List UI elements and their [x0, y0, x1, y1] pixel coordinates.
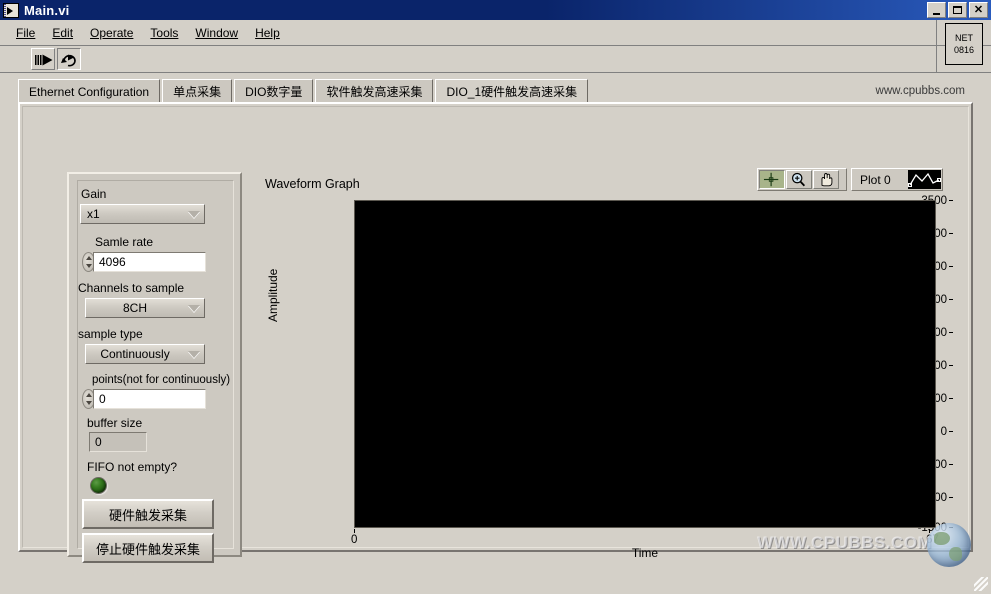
- fifo-status-led: [90, 477, 107, 494]
- menu-window-label: Window: [195, 25, 239, 40]
- x-tick: 0: [351, 529, 358, 546]
- legend-plot-label: Plot 0: [860, 172, 891, 187]
- menu-edit-label: Edit: [52, 25, 74, 40]
- start-hardware-trigger-button[interactable]: 硬件触发采集: [82, 499, 214, 529]
- channels-select[interactable]: 8CH: [85, 298, 205, 318]
- window-title: Main.vi: [24, 2, 70, 18]
- sample-rate-control[interactable]: 4096: [82, 252, 206, 272]
- y-axis-label: Amplitude: [266, 268, 280, 322]
- waveform-graph-title: Waveform Graph: [265, 177, 360, 191]
- graph-legend[interactable]: Plot 0: [851, 168, 943, 191]
- sample-rate-label: Samle rate: [95, 235, 154, 249]
- tab-label: 单点采集: [173, 85, 222, 99]
- buffer-size-indicator: 0: [89, 432, 147, 452]
- gain-select[interactable]: x1: [80, 204, 205, 224]
- chevron-down-icon: [184, 205, 204, 223]
- resize-grip[interactable]: [974, 577, 988, 591]
- tab-dio1-hardware-trigger-highspeed[interactable]: DIO_1硬件触发高速采集: [435, 79, 589, 103]
- x-tick: 67: [926, 529, 939, 546]
- tab-label: 软件触发高速采集: [326, 85, 423, 99]
- tab-single-point-acquisition[interactable]: 单点采集: [162, 79, 233, 103]
- points-input[interactable]: 0: [93, 389, 206, 409]
- net-badge-line1: NET: [955, 33, 973, 43]
- run-continuously-button[interactable]: [57, 48, 81, 70]
- front-panel-canvas: Ethernet Configuration 单点采集 DIO数字量 软件触发高…: [0, 73, 991, 594]
- site-link[interactable]: www.cpubbs.com: [876, 85, 973, 97]
- plot-area[interactable]: [354, 200, 936, 528]
- tab-dio-digital[interactable]: DIO数字量: [234, 79, 314, 103]
- channels-value: 8CH: [122, 301, 147, 315]
- sample-type-label: sample type: [78, 327, 143, 341]
- tab-label: DIO_1硬件触发高速采集: [446, 85, 578, 99]
- tab-strip: Ethernet Configuration 单点采集 DIO数字量 软件触发高…: [18, 79, 973, 103]
- labview-vi-icon: [3, 2, 19, 18]
- tab-label: Ethernet Configuration: [29, 84, 150, 99]
- graph-pan-tool-button[interactable]: [813, 170, 839, 189]
- gain-label: Gain: [81, 187, 107, 201]
- net-badge: NET 0816: [945, 23, 983, 65]
- tab-label: DIO数字量: [245, 85, 303, 99]
- acquisition-settings-cluster: Gain x1 Samle rate 4096 Channels to samp…: [67, 172, 242, 563]
- menu-file[interactable]: File: [8, 24, 44, 42]
- legend-plot-style[interactable]: [908, 170, 941, 189]
- menu-help[interactable]: Help: [247, 24, 289, 42]
- window-titlebar: Main.vi ✕: [0, 0, 991, 20]
- menu-operate[interactable]: Operate: [82, 24, 142, 42]
- minimize-button[interactable]: [927, 2, 946, 18]
- run-arrow-icon: [35, 54, 53, 66]
- menu-tools-label: Tools: [150, 25, 179, 40]
- x-axis-label: Time: [631, 546, 659, 560]
- tab-page-content: Gain x1 Samle rate 4096 Channels to samp…: [18, 102, 973, 563]
- close-button[interactable]: ✕: [969, 2, 988, 18]
- chevron-down-icon: [184, 299, 204, 317]
- graph-tool-palette: [757, 168, 847, 191]
- run-button[interactable]: [31, 48, 55, 70]
- sample-type-select[interactable]: Continuously: [85, 344, 205, 364]
- labview-front-panel-window: Main.vi ✕ File Edit Operate Tools Window…: [0, 0, 991, 594]
- graph-zoom-tool-button[interactable]: [786, 170, 812, 189]
- acquisition-settings-inner: Gain x1 Samle rate 4096 Channels to samp…: [77, 180, 234, 563]
- window-controls: ✕: [927, 2, 988, 18]
- graph-cursor-tool-button[interactable]: [759, 170, 785, 189]
- buffer-size-label: buffer size: [87, 416, 143, 430]
- hand-pan-icon: [821, 173, 833, 187]
- stop-hardware-trigger-button[interactable]: 停止硬件触发采集: [82, 533, 214, 563]
- sample-rate-input[interactable]: 4096: [93, 252, 206, 272]
- menu-window[interactable]: Window: [187, 24, 247, 42]
- waveform-graph[interactable]: Amplitude 3500 3000 2500 2000 1500 1000 …: [265, 194, 953, 560]
- maximize-button[interactable]: [948, 2, 967, 18]
- magnifier-zoom-icon: [791, 172, 806, 187]
- close-icon: ✕: [973, 3, 984, 16]
- tab-ethernet-configuration[interactable]: Ethernet Configuration: [18, 79, 161, 103]
- net-badge-line2: 0816: [953, 45, 975, 55]
- menu-help-label: Help: [255, 25, 280, 40]
- menu-file-label: File: [16, 25, 36, 40]
- sample-type-value: Continuously: [100, 347, 170, 361]
- tab-software-trigger-highspeed[interactable]: 软件触发高速采集: [315, 79, 434, 103]
- menubar: File Edit Operate Tools Window Help: [0, 20, 991, 46]
- menu-operate-label: Operate: [90, 25, 134, 40]
- run-continuously-loop-icon: [61, 54, 76, 67]
- fifo-not-empty-label: FIFO not empty?: [87, 460, 178, 474]
- waveform-line-icon: [908, 172, 941, 187]
- menu-edit[interactable]: Edit: [44, 24, 82, 42]
- channels-label: Channels to sample: [78, 281, 185, 295]
- points-label: points(not for continuously): [92, 374, 231, 386]
- menu-tools[interactable]: Tools: [142, 24, 187, 42]
- chevron-down-icon: [184, 345, 204, 363]
- gain-value: x1: [87, 207, 100, 221]
- crosshair-cursor-icon: [763, 172, 779, 187]
- start-button-label: 硬件触发采集: [108, 507, 187, 523]
- points-control[interactable]: 0: [82, 389, 206, 409]
- stop-button-label: 停止硬件触发采集: [95, 541, 200, 557]
- vi-toolbar: [0, 46, 991, 73]
- toolbar-divider: [936, 20, 937, 74]
